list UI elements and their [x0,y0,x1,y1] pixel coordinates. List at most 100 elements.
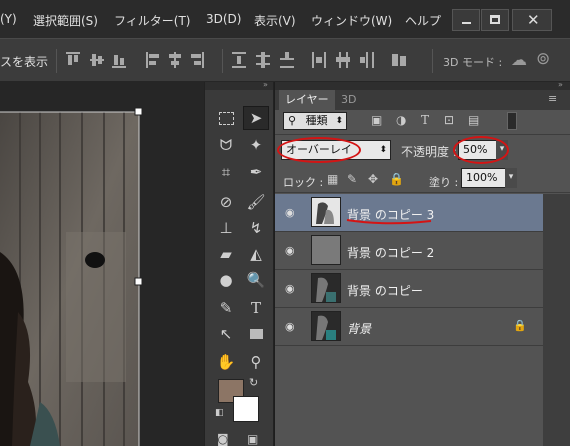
layer-name[interactable]: 背景 のコピー [347,282,423,299]
blur-tool-icon[interactable]: ● [213,268,239,292]
hand-tool-icon[interactable]: ✋ [213,350,239,374]
align-vertical-center-icon[interactable] [90,52,104,68]
restore-icon [490,15,500,24]
close-button[interactable]: ✕ [512,9,552,31]
collapse-arrows-icon[interactable]: » [558,80,563,89]
document-canvas[interactable] [0,82,204,446]
quick-mask-icon[interactable]: ◙ [217,432,229,446]
show-transform-controls-label[interactable]: スを表示 [0,53,48,70]
distribute-vertical-center-icon[interactable] [256,52,270,68]
lock-position-icon[interactable]: ✥ [368,172,378,186]
layers-panel-header [275,82,570,90]
layer-thumbnail [311,235,341,265]
dropdown-arrow-icon[interactable]: ▾ [505,168,517,188]
pen-tool-icon[interactable]: ✎ [213,296,239,320]
lock-label: ロック : [283,176,324,189]
lock-transparent-pixels-icon[interactable]: ▦ [327,172,338,186]
paint-bucket-tool-icon[interactable]: ◭ [243,242,269,266]
layer-row[interactable]: ◉ 背景 のコピー [275,270,543,308]
lock-all-icon[interactable]: 🔒 [389,172,404,186]
layer-filter-dropdown[interactable]: ⚲ 種類 ⬍ [283,112,347,130]
default-colors-icon[interactable]: ◧ [215,408,224,418]
filter-smart-object-icon[interactable]: ▤ [468,113,479,127]
3d-roll-icon[interactable]: ⊚ [536,49,550,69]
menu-item-help[interactable]: ヘルプ [405,12,441,29]
move-tool-icon[interactable]: ➤ [243,106,269,130]
tab-layers[interactable]: レイヤー [279,90,335,110]
distribute-left-icon[interactable] [312,52,326,68]
background-color-swatch[interactable] [233,396,259,422]
rectangle-tool-icon[interactable] [243,322,269,346]
fill-input[interactable]: 100% ▾ [461,168,517,188]
auto-align-icon[interactable] [392,52,406,68]
screen-mode-icon[interactable]: ▣ [247,432,258,446]
lock-icon: 🔒 [513,319,527,332]
layer-name[interactable]: 背景 のコピー 2 [347,244,434,261]
collapse-arrows-icon[interactable]: » [263,80,268,89]
layers-panel: » レイヤー 3D ≡ ⚲ 種類 ⬍ ▣ ◑ T ⊡ ▤ オーバーレイ ⬍ 不透… [275,80,570,446]
restore-button[interactable] [481,9,509,31]
filter-type-layer-icon[interactable]: T [421,113,429,127]
menu-item-3d[interactable]: 3D(D) [206,12,241,26]
dropdown-arrow-icon: ⬍ [335,116,343,126]
separator [222,49,223,73]
layer-row[interactable]: ◉ 背景 のコピー 3 [275,194,543,232]
annotation-circle-blend-mode [277,137,361,163]
eyedropper-tool-icon[interactable]: ✒ [243,160,269,184]
eye-icon[interactable]: ◉ [285,282,299,295]
minimize-button[interactable] [452,9,480,31]
layer-name[interactable]: 背景 [347,320,371,337]
brush-tool-icon[interactable]: 🖌 [243,190,269,214]
layer-thumbnail-image [312,312,340,340]
menu-bar: (Y) 選択範囲(S) フィルター(T) 3D(D) 表示(V) ウィンドウ(W… [0,0,570,38]
menu-item-window[interactable]: ウィンドウ(W) [311,12,392,29]
menu-item-image[interactable]: (Y) [0,12,17,26]
menu-item-select[interactable]: 選択範囲(S) [33,12,98,29]
dodge-tool-icon[interactable]: 🔍 [243,268,269,292]
lock-image-pixels-icon[interactable]: ✎ [347,172,357,186]
menu-item-filter[interactable]: フィルター(T) [114,12,190,29]
distribute-right-icon[interactable] [360,52,374,68]
type-tool-icon[interactable]: T [243,296,269,320]
distribute-bottom-icon[interactable] [280,52,294,68]
align-bottom-icon[interactable] [112,52,126,68]
opacity-label: 不透明度 : [401,145,457,159]
clone-stamp-tool-icon[interactable]: ⊥ [213,216,239,240]
fill-value: 100% [466,171,498,184]
zoom-tool-icon[interactable]: ⚲ [243,350,269,374]
magic-wand-tool-icon[interactable]: ✦ [243,133,269,157]
rectangular-marquee-tool-icon[interactable] [213,106,239,130]
align-left-icon[interactable] [146,52,160,68]
menu-item-view[interactable]: 表示(V) [254,12,296,29]
align-horizontal-center-icon[interactable] [168,52,182,68]
distribute-horizontal-center-icon[interactable] [336,52,350,68]
tab-3d[interactable]: 3D [335,90,362,110]
separator [432,49,433,73]
layer-row[interactable]: ◉ 背景 のコピー 2 [275,232,543,270]
lasso-tool-icon[interactable]: ᗢ [213,133,239,157]
filter-pixel-layer-icon[interactable]: ▣ [371,113,382,127]
filter-shape-layer-icon[interactable]: ⊡ [444,113,454,127]
eye-icon[interactable]: ◉ [285,320,299,333]
eye-icon[interactable]: ◉ [285,206,299,219]
align-right-icon[interactable] [190,52,204,68]
filter-adjustment-layer-icon[interactable]: ◑ [396,113,406,127]
3d-orbit-icon[interactable]: ☁ [511,50,527,69]
eraser-tool-icon[interactable]: ▰ [213,242,239,266]
distribute-top-icon[interactable] [232,52,246,68]
panel-menu-icon[interactable]: ≡ [548,92,557,105]
swap-colors-icon[interactable]: ↻ [249,376,258,389]
crop-tool-icon[interactable]: ⌗ [213,160,239,184]
layer-filter-value: 種類 [305,114,328,127]
path-selection-tool-icon[interactable]: ↖ [213,322,239,346]
panel-tabs: レイヤー 3D ≡ [275,90,570,110]
scrollbar-track[interactable] [543,194,570,446]
eye-icon[interactable]: ◉ [285,244,299,257]
canvas-image [0,107,204,446]
history-brush-tool-icon[interactable]: ↯ [243,216,269,240]
align-top-icon[interactable] [66,52,80,68]
filter-toggle-switch[interactable] [507,112,517,130]
dropdown-arrow-icon: ⬍ [379,145,387,155]
layer-row[interactable]: ◉ 背景 🔒 [275,308,543,346]
spot-healing-brush-tool-icon[interactable]: ⊘ [213,190,239,214]
